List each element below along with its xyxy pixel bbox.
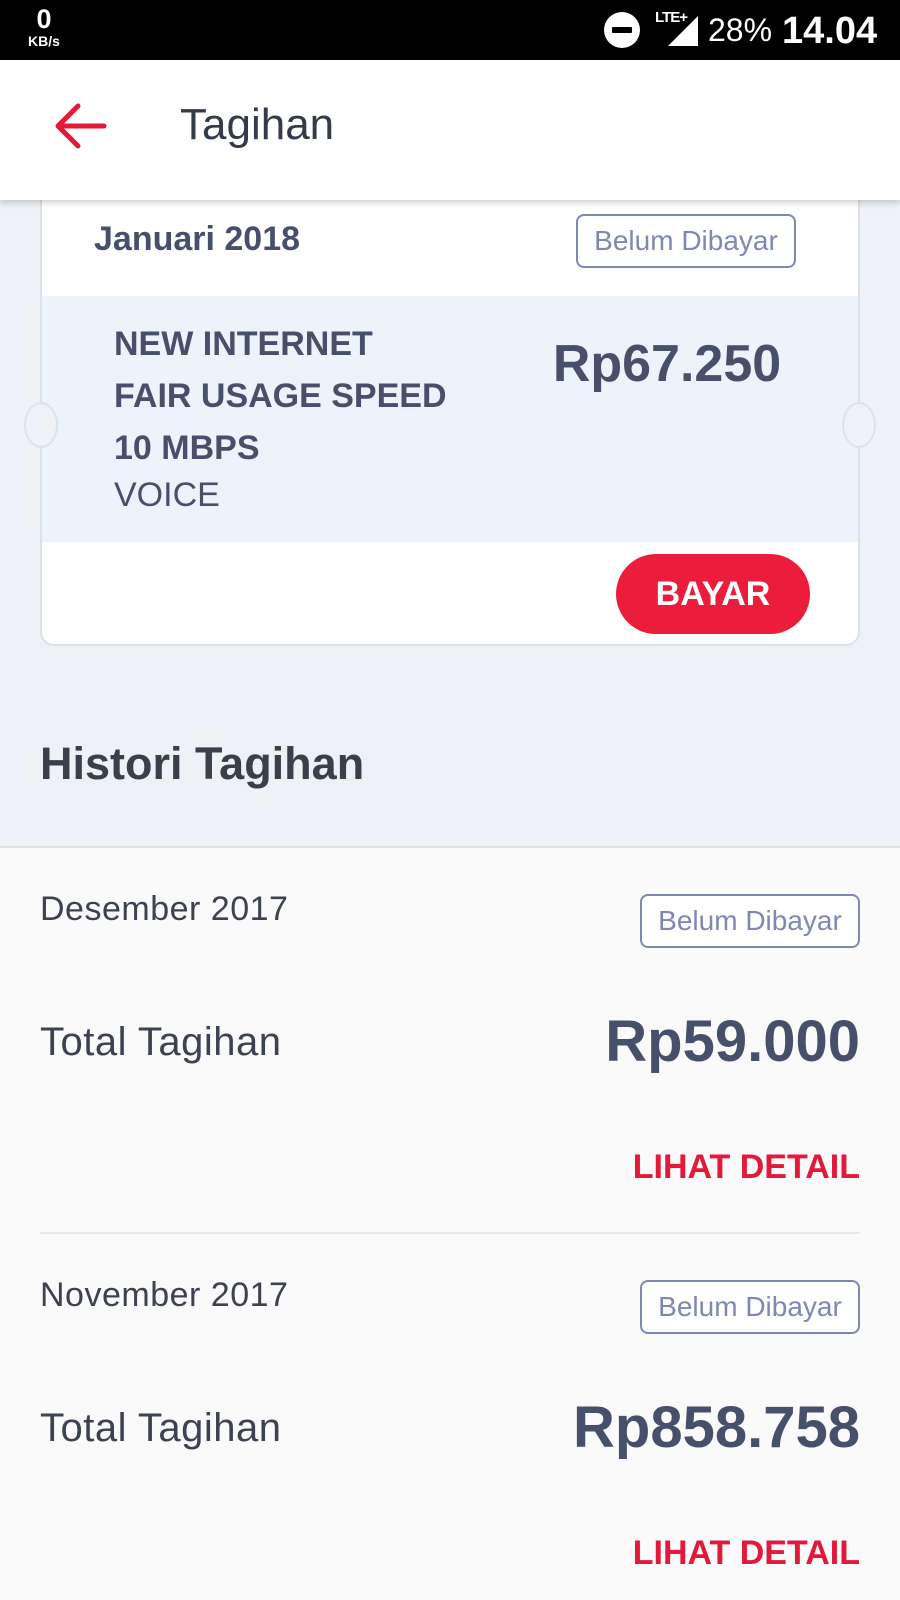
current-bill-card: Januari 2018 Belum Dibayar NEW INTERNET … <box>40 170 860 646</box>
ticket-notch-right <box>842 402 876 448</box>
package-name-line: FAIR USAGE SPEED <box>114 377 447 415</box>
history-item-amount: Rp858.758 <box>573 1395 860 1460</box>
page-title: Tagihan <box>180 100 335 149</box>
history-item-month: Desember 2017 <box>40 890 289 928</box>
battery-level: 28% <box>708 12 773 48</box>
status-badge: Belum Dibayar <box>576 214 796 268</box>
total-bill-label: Total Tagihan <box>40 1020 282 1064</box>
history-list: Desember 2017 Belum Dibayar Total Tagiha… <box>0 846 900 1600</box>
bill-detail-panel: NEW INTERNET FAIR USAGE SPEED 10 MBPS VO… <box>42 296 858 542</box>
app-bar: Tagihan <box>0 60 900 200</box>
package-type: VOICE <box>114 476 220 514</box>
history-item: Desember 2017 Belum Dibayar Total Tagiha… <box>0 848 900 1234</box>
signal-icon <box>668 16 698 46</box>
status-bar: 0 KB/s LTE+ 28% 14.04 <box>0 0 900 60</box>
package-name-line: 10 MBPS <box>114 429 260 467</box>
history-heading: Histori Tagihan <box>40 738 365 789</box>
arrow-left-icon <box>55 103 107 149</box>
status-badge: Belum Dibayar <box>640 1280 860 1334</box>
pay-button[interactable]: BAYAR <box>616 554 810 634</box>
network-speed-indicator: 0 KB/s <box>22 4 66 49</box>
history-item: November 2017 Belum Dibayar Total Tagiha… <box>0 1234 900 1600</box>
network-speed-unit: KB/s <box>28 33 60 49</box>
clock: 14.04 <box>782 10 878 52</box>
history-item-amount: Rp59.000 <box>605 1009 860 1074</box>
do-not-disturb-icon <box>604 12 640 48</box>
bill-month: Januari 2018 <box>94 220 301 258</box>
network-speed-value: 0 <box>36 4 52 34</box>
view-detail-link[interactable]: LIHAT DETAIL <box>560 1148 860 1187</box>
view-detail-link[interactable]: LIHAT DETAIL <box>560 1534 860 1573</box>
ticket-notch-left <box>24 402 58 448</box>
package-name-line: NEW INTERNET <box>114 325 373 363</box>
history-item-month: November 2017 <box>40 1276 289 1314</box>
bill-amount: Rp67.250 <box>552 335 782 393</box>
total-bill-label: Total Tagihan <box>40 1406 282 1450</box>
package-name: NEW INTERNET FAIR USAGE SPEED 10 MBPS <box>114 318 514 474</box>
back-button[interactable] <box>46 98 116 154</box>
status-badge: Belum Dibayar <box>640 894 860 948</box>
